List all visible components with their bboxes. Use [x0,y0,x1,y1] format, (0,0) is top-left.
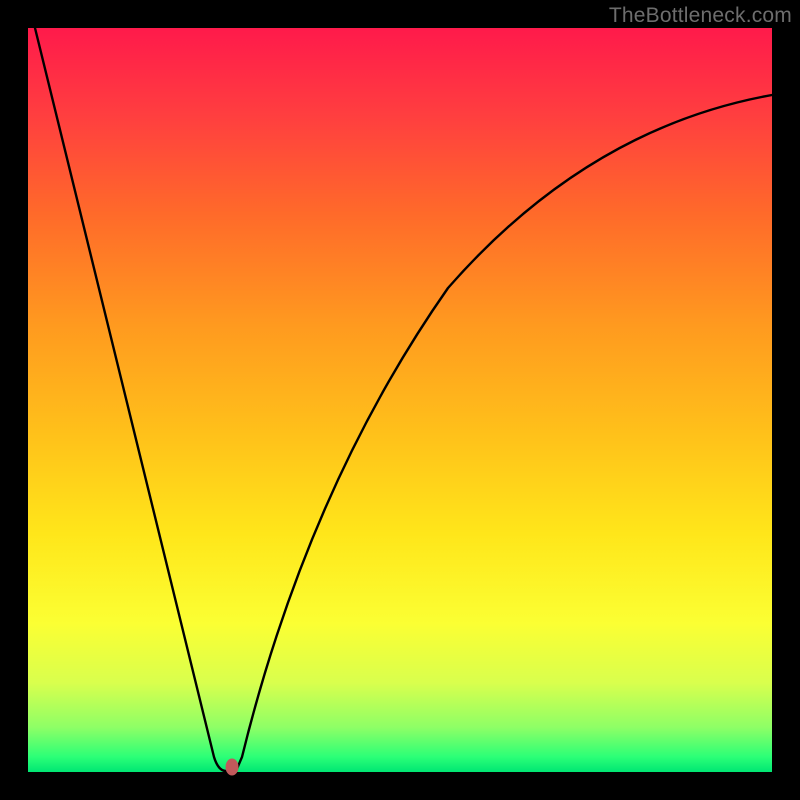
watermark-text: TheBottleneck.com [609,4,792,28]
plot-area [28,28,772,772]
optimal-point-marker [225,758,238,775]
chart-frame: TheBottleneck.com [0,0,800,800]
bottleneck-curve [28,28,772,772]
curve-path [35,28,772,771]
